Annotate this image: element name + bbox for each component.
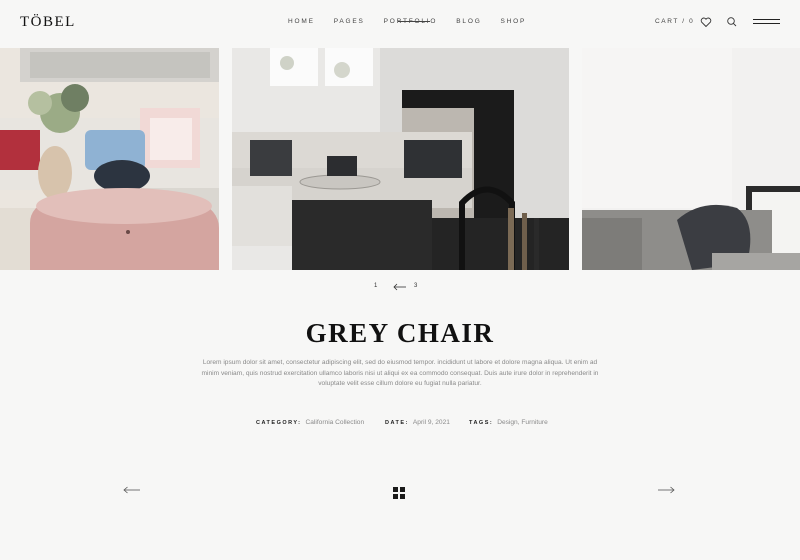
pager-last[interactable]: 3 <box>414 283 417 289</box>
prev-arrow-icon[interactable] <box>393 283 407 291</box>
tags-label: TAGS: <box>469 420 494 426</box>
site-logo[interactable]: TÖBEL <box>20 14 76 31</box>
tags-value[interactable]: Design, Furniture <box>497 419 548 426</box>
site-header: TÖBEL HOME PAGES PORTFOLIO BLOG SHOP CAR… <box>0 0 800 48</box>
cart-link[interactable]: CART / 0 <box>655 18 694 25</box>
pager-first[interactable]: 1 <box>374 283 377 289</box>
slide-image-1[interactable] <box>0 48 219 270</box>
slide-image-3[interactable] <box>582 48 800 270</box>
date-value: April 9, 2021 <box>412 419 450 426</box>
date-label: DATE: <box>385 420 409 426</box>
grid-view-icon[interactable] <box>393 487 405 499</box>
post-description: Lorem ipsum dolor sit amet, consectetur … <box>201 359 599 387</box>
heart-icon[interactable] <box>700 16 712 28</box>
nav-portfolio[interactable]: PORTFOLIO <box>384 18 438 25</box>
nav-shop[interactable]: SHOP <box>501 18 527 25</box>
meta-tags: TAGS: Design, Furniture <box>469 419 548 426</box>
prev-post-arrow-icon[interactable] <box>123 486 141 494</box>
nav-home[interactable]: HOME <box>288 18 315 25</box>
next-post-arrow-icon[interactable] <box>657 486 675 494</box>
main-nav: HOME PAGES PORTFOLIO BLOG SHOP <box>288 18 545 25</box>
nav-blog[interactable]: BLOG <box>456 18 481 25</box>
post-title: GREY CHAIR <box>305 318 495 348</box>
meta-date: DATE: April 9, 2021 <box>385 419 450 426</box>
category-label: CATEGORY: <box>256 420 302 426</box>
slide-image-2[interactable] <box>232 48 569 270</box>
category-value[interactable]: California Collection <box>305 419 364 426</box>
slider-pagination: 1 3 <box>372 282 432 292</box>
search-icon[interactable] <box>726 16 738 28</box>
nav-pages[interactable]: PAGES <box>334 18 365 25</box>
menu-icon[interactable] <box>753 19 780 26</box>
meta-category: CATEGORY: California Collection <box>256 419 364 426</box>
